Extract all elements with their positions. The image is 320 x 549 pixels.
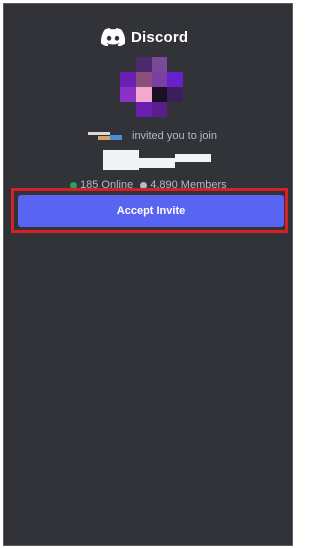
- server-icon-pixel: [151, 87, 168, 102]
- server-icon-pixel: [135, 72, 152, 87]
- server-icon-pixel: [167, 72, 183, 87]
- server-icon-pixel: [135, 87, 152, 102]
- server-icon-pixel: [151, 57, 168, 72]
- inviter-name-redacted: [88, 131, 122, 141]
- server-icon-pixel: [151, 72, 168, 87]
- accept-invite-button[interactable]: Accept Invite: [18, 195, 284, 227]
- invite-window: Discord invited you to join 185 Online 4…: [3, 3, 293, 546]
- server-icon-pixel: [120, 57, 136, 72]
- discord-logo: Discord: [101, 26, 188, 48]
- invite-text: invited you to join: [132, 130, 217, 142]
- server-icon-pixel: [120, 102, 136, 117]
- server-icon-pixel: [167, 87, 183, 102]
- server-icon-pixel: [167, 57, 183, 72]
- discord-logo-icon: [101, 28, 125, 46]
- server-icon-pixel: [120, 72, 136, 87]
- server-name-redacted: [103, 150, 213, 170]
- server-icon: [120, 57, 183, 117]
- server-icon-pixel: [120, 87, 136, 102]
- server-icon-pixel: [135, 102, 152, 117]
- server-icon-pixel: [167, 102, 183, 117]
- inviter-row: invited you to join: [88, 130, 217, 142]
- server-icon-pixel: [151, 102, 168, 117]
- server-icon-pixel: [135, 57, 152, 72]
- discord-wordmark: Discord: [131, 28, 189, 46]
